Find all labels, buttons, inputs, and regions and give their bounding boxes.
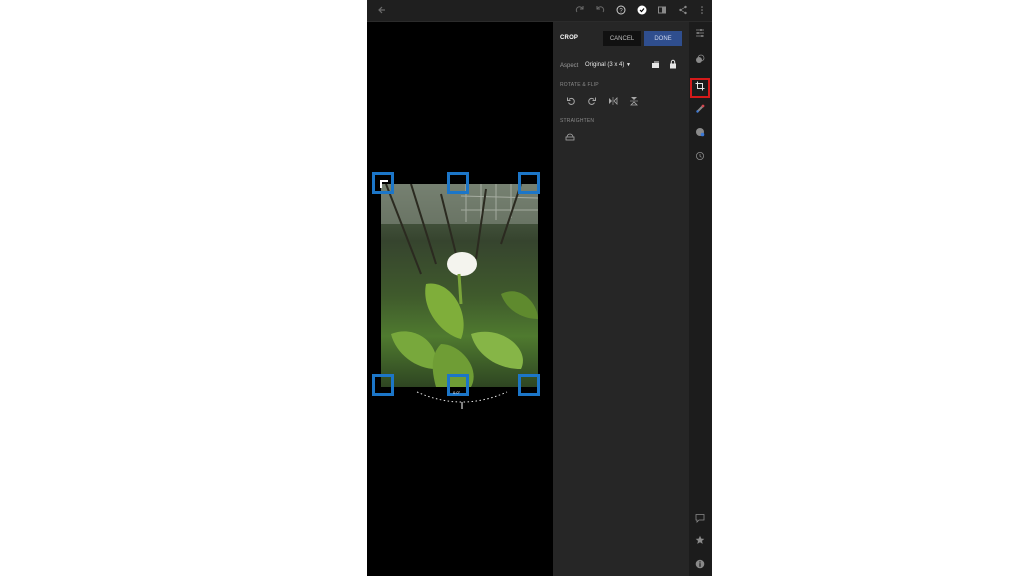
flip-vertical-icon[interactable]	[628, 96, 640, 108]
aspect-dropdown[interactable]: Original (3 x 4) ▼	[585, 62, 631, 68]
undo-icon[interactable]	[593, 3, 607, 17]
straighten-heading: STRAIGHTEN	[560, 118, 595, 124]
crop-handle-top-right[interactable]	[518, 172, 540, 194]
info-icon[interactable]	[693, 559, 707, 573]
top-toolbar: ?	[367, 0, 712, 22]
masking-icon[interactable]	[693, 127, 707, 141]
crop-icon[interactable]	[693, 81, 707, 95]
back-arrow-icon[interactable]	[375, 3, 389, 17]
done-button[interactable]: DONE	[644, 31, 682, 46]
heal-icon[interactable]	[693, 104, 707, 118]
dial-angle-label: 0.0°	[453, 390, 461, 395]
share-icon[interactable]	[676, 3, 690, 17]
crop-handle-bottom-right[interactable]	[518, 374, 540, 396]
tool-rail	[689, 22, 712, 576]
cancel-button[interactable]: CANCEL	[603, 31, 641, 46]
presets-icon[interactable]	[693, 54, 707, 68]
more-icon[interactable]	[695, 3, 709, 17]
redo-icon[interactable]	[573, 3, 587, 17]
versions-icon[interactable]	[693, 151, 707, 165]
crop-handle-top-left[interactable]	[372, 172, 394, 194]
rotate-left-icon[interactable]	[565, 96, 577, 108]
lock-icon[interactable]	[667, 59, 679, 71]
edit-sliders-icon[interactable]	[693, 28, 707, 42]
image-canvas[interactable]: 0.0°	[367, 22, 553, 576]
compare-icon[interactable]	[655, 3, 669, 17]
rotate-flip-heading: ROTATE & FLIP	[560, 82, 599, 88]
panel-title: CROP	[560, 35, 579, 41]
crop-handle-bottom-left[interactable]	[372, 374, 394, 396]
crop-panel: CROP CANCEL DONE Aspect Original (3 x 4)…	[553, 22, 689, 576]
flip-horizontal-icon[interactable]	[607, 96, 619, 108]
comment-icon[interactable]	[693, 513, 707, 527]
straighten-dial[interactable]	[412, 387, 512, 412]
rotate-right-icon[interactable]	[586, 96, 598, 108]
aspect-value: Original (3 x 4)	[585, 62, 625, 68]
help-icon[interactable]: ?	[614, 3, 628, 17]
crop-handle-top-center[interactable]	[447, 172, 469, 194]
aspect-label: Aspect	[560, 63, 579, 69]
chevron-down-icon: ▼	[626, 62, 631, 68]
aspect-orientation-icon[interactable]	[650, 60, 662, 72]
photo-editor-app: ? 0.0° CROP CANCEL DONE Aspect Original …	[367, 0, 712, 576]
photo-preview[interactable]	[381, 184, 538, 387]
rating-star-icon[interactable]	[693, 535, 707, 549]
done-check-icon[interactable]	[635, 3, 649, 17]
auto-straighten-icon[interactable]	[564, 132, 576, 144]
